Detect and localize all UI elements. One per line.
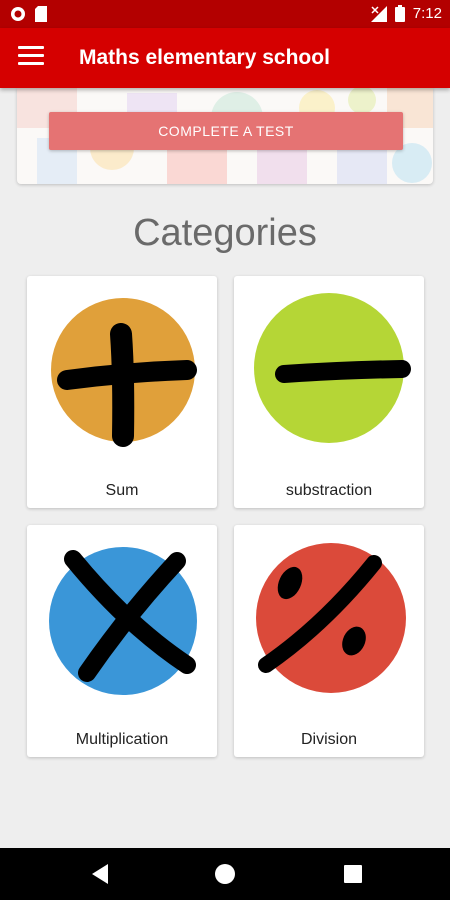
- categories-title: Categories: [133, 212, 317, 254]
- category-card-division[interactable]: Division: [234, 525, 424, 757]
- category-card-substraction[interactable]: substraction: [234, 276, 424, 508]
- app-title: Maths elementary school: [79, 46, 330, 69]
- app-bar: Maths elementary school: [0, 28, 450, 88]
- percent-icon: [234, 525, 424, 715]
- back-icon[interactable]: [88, 861, 114, 887]
- category-card-multiplication[interactable]: Multiplication: [27, 525, 217, 757]
- system-navigation-bar: [0, 848, 450, 900]
- home-icon[interactable]: [212, 861, 238, 887]
- battery-icon: [394, 5, 405, 22]
- banner-card: COMPLETE A TEST: [17, 88, 433, 184]
- category-label: Division: [300, 731, 357, 748]
- status-time: 7:12: [412, 5, 442, 22]
- status-bar: 7:12: [0, 0, 450, 28]
- category-label: Multiplication: [75, 731, 169, 748]
- category-label: Sum: [105, 482, 139, 499]
- signal-icon: [370, 5, 387, 22]
- minus-icon: [234, 276, 424, 466]
- complete-test-button[interactable]: COMPLETE A TEST: [49, 112, 403, 150]
- sd-card-icon: [34, 6, 48, 22]
- plus-icon: [27, 276, 217, 466]
- recents-icon[interactable]: [340, 861, 366, 887]
- category-card-sum[interactable]: Sum: [27, 276, 217, 508]
- category-label: substraction: [285, 482, 373, 499]
- notification-icon: [10, 6, 26, 22]
- hamburger-menu-icon[interactable]: [18, 46, 44, 70]
- multiply-icon: [27, 525, 217, 715]
